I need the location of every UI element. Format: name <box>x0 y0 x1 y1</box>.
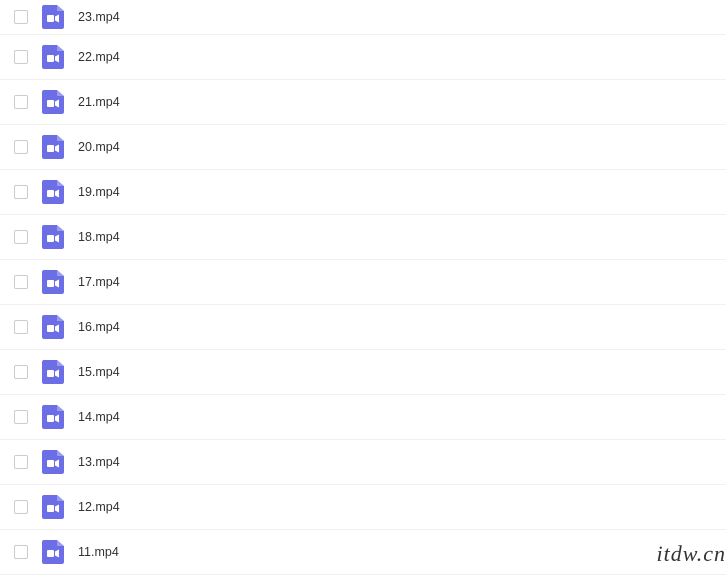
video-file-icon <box>42 225 64 249</box>
file-row[interactable]: 22.mp4 <box>0 35 726 80</box>
file-name: 22.mp4 <box>78 50 120 64</box>
file-checkbox[interactable] <box>14 10 28 24</box>
file-name: 14.mp4 <box>78 410 120 424</box>
file-name: 17.mp4 <box>78 275 120 289</box>
file-checkbox[interactable] <box>14 365 28 379</box>
file-list: 23.mp4 22.mp4 21.mp4 20.mp4 19.mp4 18.mp… <box>0 0 726 575</box>
video-file-icon <box>42 405 64 429</box>
video-file-icon <box>42 315 64 339</box>
file-name: 15.mp4 <box>78 365 120 379</box>
file-row[interactable]: 13.mp4 <box>0 440 726 485</box>
video-file-icon <box>42 45 64 69</box>
video-file-icon <box>42 90 64 114</box>
file-name: 20.mp4 <box>78 140 120 154</box>
file-name: 18.mp4 <box>78 230 120 244</box>
video-file-icon <box>42 5 64 29</box>
watermark-text: itdw.cn <box>656 541 726 567</box>
video-file-icon <box>42 270 64 294</box>
file-checkbox[interactable] <box>14 545 28 559</box>
file-row[interactable]: 23.mp4 <box>0 0 726 35</box>
file-checkbox[interactable] <box>14 455 28 469</box>
file-row[interactable]: 16.mp4 <box>0 305 726 350</box>
file-checkbox[interactable] <box>14 410 28 424</box>
video-file-icon <box>42 450 64 474</box>
file-checkbox[interactable] <box>14 320 28 334</box>
file-name: 11.mp4 <box>78 545 119 559</box>
file-checkbox[interactable] <box>14 275 28 289</box>
file-row[interactable]: 20.mp4 <box>0 125 726 170</box>
file-name: 13.mp4 <box>78 455 120 469</box>
file-checkbox[interactable] <box>14 95 28 109</box>
video-file-icon <box>42 180 64 204</box>
file-row[interactable]: 15.mp4 <box>0 350 726 395</box>
file-name: 19.mp4 <box>78 185 120 199</box>
video-file-icon <box>42 540 64 564</box>
file-checkbox[interactable] <box>14 500 28 514</box>
file-row[interactable]: 21.mp4 <box>0 80 726 125</box>
file-row[interactable]: 12.mp4 <box>0 485 726 530</box>
file-row[interactable]: 11.mp4 <box>0 530 726 575</box>
file-checkbox[interactable] <box>14 50 28 64</box>
file-name: 16.mp4 <box>78 320 120 334</box>
video-file-icon <box>42 495 64 519</box>
file-row[interactable]: 18.mp4 <box>0 215 726 260</box>
file-row[interactable]: 17.mp4 <box>0 260 726 305</box>
file-row[interactable]: 19.mp4 <box>0 170 726 215</box>
file-checkbox[interactable] <box>14 230 28 244</box>
video-file-icon <box>42 360 64 384</box>
video-file-icon <box>42 135 64 159</box>
file-name: 21.mp4 <box>78 95 120 109</box>
file-checkbox[interactable] <box>14 185 28 199</box>
file-row[interactable]: 14.mp4 <box>0 395 726 440</box>
file-name: 23.mp4 <box>78 10 120 24</box>
file-name: 12.mp4 <box>78 500 120 514</box>
file-checkbox[interactable] <box>14 140 28 154</box>
